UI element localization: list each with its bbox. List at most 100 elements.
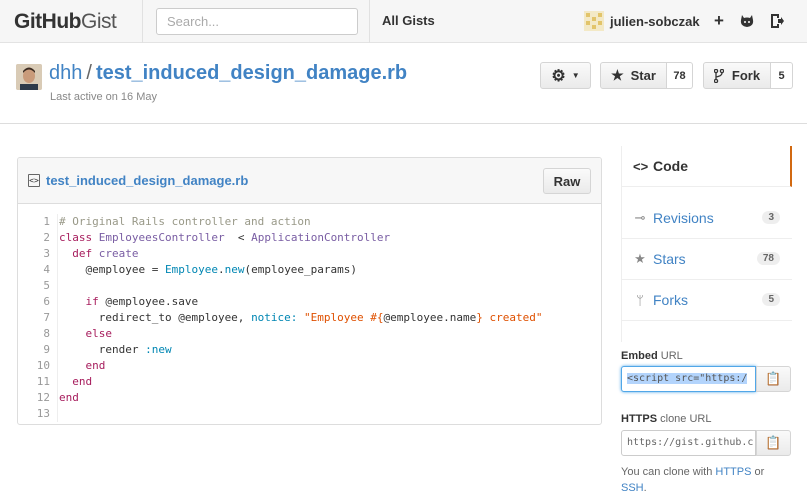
- nav-stars[interactable]: ★ Stars 78: [622, 239, 792, 280]
- line-number[interactable]: 10: [18, 358, 57, 374]
- line-number[interactable]: 12: [18, 390, 57, 406]
- line-number[interactable]: 4: [18, 262, 57, 278]
- username: julien-sobczak: [610, 13, 700, 29]
- code-line: end: [59, 390, 542, 406]
- user-avatar-icon: [584, 11, 604, 31]
- file-name-link[interactable]: test_induced_design_damage.rb: [46, 173, 248, 188]
- gist-name-link[interactable]: test_induced_design_damage.rb: [96, 62, 407, 84]
- revisions-icon: ⊸: [634, 210, 646, 225]
- logo-github-text: GitHub: [14, 10, 81, 33]
- code-line: # Original Rails controller and action: [59, 214, 542, 230]
- code-line: class EmployeesController < ApplicationC…: [59, 230, 542, 246]
- owner-avatar[interactable]: [16, 64, 42, 90]
- embed-url-field[interactable]: <script src="https:/: [621, 366, 756, 392]
- line-number[interactable]: 2: [18, 230, 57, 246]
- line-number[interactable]: 3: [18, 246, 57, 262]
- github-gist-logo[interactable]: GitHubGist: [14, 10, 117, 34]
- code-token: if: [85, 295, 106, 308]
- https-label-suffix: clone URL: [660, 413, 712, 425]
- line-number[interactable]: 5: [18, 278, 57, 294]
- code-file-icon: <>: [28, 174, 40, 187]
- gist-sidebar-nav: <> Code ⊸ Revisions 3 ★ Stars 78 ᛘ Forks…: [621, 146, 792, 342]
- code-line: end: [59, 374, 542, 390]
- clone-https-link[interactable]: HTTPS: [715, 466, 751, 478]
- code-lines: # Original Rails controller and action cl…: [58, 214, 542, 422]
- search-input[interactable]: [156, 8, 358, 35]
- line-number[interactable]: 11: [18, 374, 57, 390]
- code-token: @employee =: [59, 263, 165, 276]
- embed-label-strong: Embed: [621, 350, 658, 362]
- divider: [369, 0, 370, 43]
- star-count[interactable]: 78: [667, 62, 693, 89]
- line-number[interactable]: 1: [18, 214, 57, 230]
- code-token: EmployeesController: [98, 231, 225, 244]
- owner-link[interactable]: dhh: [49, 62, 82, 84]
- code-token: @employee.name: [383, 311, 477, 324]
- fork-count[interactable]: 5: [771, 62, 793, 89]
- stars-count: 78: [756, 252, 780, 265]
- code-token: create: [98, 247, 139, 260]
- fork-button[interactable]: Fork: [703, 62, 771, 89]
- code-token: .: [217, 263, 225, 276]
- forks-count: 5: [762, 293, 780, 306]
- code-token: (employee_params): [244, 263, 358, 276]
- embed-url-value: <script src="https:/: [627, 373, 748, 384]
- line-number[interactable]: 13: [18, 406, 57, 422]
- embed-label-suffix: URL: [660, 350, 683, 362]
- octocat-icon[interactable]: [737, 11, 757, 31]
- code-token: } created": [476, 311, 543, 324]
- user-menu[interactable]: julien-sobczak: [584, 11, 700, 31]
- code-line: redirect_to @employee, notice: "Employee…: [59, 310, 543, 326]
- https-clone-field[interactable]: https://gist.github.c: [621, 430, 756, 456]
- copy-embed-button[interactable]: 📋: [756, 366, 791, 392]
- code-line: if @employee.save: [59, 294, 542, 310]
- https-label-strong: HTTPS: [621, 413, 658, 425]
- settings-dropdown-button[interactable]: ⚙ ▼: [540, 62, 591, 89]
- code-token: redirect_to @employee,: [59, 311, 252, 324]
- gist-header: dhh / test_induced_design_damage.rb Last a…: [0, 44, 807, 124]
- code-line: else: [59, 326, 542, 342]
- nav-code[interactable]: <> Code: [622, 146, 792, 187]
- nav-forks[interactable]: ᛘ Forks 5: [622, 280, 792, 321]
- nav-label: Revisions: [653, 210, 714, 226]
- nav-label: Code: [653, 158, 688, 174]
- code-token: ApplicationController: [251, 231, 391, 244]
- logo-gist-text: Gist: [80, 10, 117, 33]
- line-number[interactable]: 7: [18, 310, 57, 326]
- clone-help-text: You can clone with HTTPS or SSH.: [621, 464, 791, 496]
- nav-revisions[interactable]: ⊸ Revisions 3: [622, 198, 792, 239]
- line-number[interactable]: 8: [18, 326, 57, 342]
- code-token: notice:: [251, 311, 298, 324]
- clipboard-icon: 📋: [765, 435, 782, 450]
- copy-clone-button[interactable]: 📋: [756, 430, 791, 456]
- clone-or: or: [754, 466, 765, 478]
- gist-title: dhh / test_induced_design_damage.rb: [49, 62, 407, 85]
- code-line: @employee = Employee.new(employee_params…: [59, 262, 542, 278]
- line-number[interactable]: 6: [18, 294, 57, 310]
- file-container: <> test_induced_design_damage.rb Raw 1 2…: [17, 157, 602, 425]
- nav-label: Forks: [653, 292, 688, 308]
- code-icon: <>: [633, 158, 649, 174]
- code-token: <: [224, 231, 252, 244]
- code-token: render: [59, 343, 146, 356]
- line-number[interactable]: 9: [18, 342, 57, 358]
- all-gists-link[interactable]: All Gists: [382, 13, 435, 28]
- star-label: Star: [630, 68, 656, 83]
- embed-url-label: Embed URL: [621, 350, 683, 362]
- code-token: else: [85, 327, 113, 340]
- star-button[interactable]: ★ Star: [600, 62, 667, 89]
- sign-out-icon[interactable]: [767, 11, 787, 31]
- code-line: render :new: [59, 342, 542, 358]
- code-token: Employee: [164, 263, 218, 276]
- clone-ssh-link[interactable]: SSH: [621, 482, 644, 494]
- star-icon: ★: [634, 251, 646, 266]
- raw-button[interactable]: Raw: [543, 168, 591, 194]
- code-token: class: [59, 231, 99, 244]
- code-token: :new: [145, 343, 172, 356]
- new-gist-plus-icon[interactable]: +: [709, 11, 729, 31]
